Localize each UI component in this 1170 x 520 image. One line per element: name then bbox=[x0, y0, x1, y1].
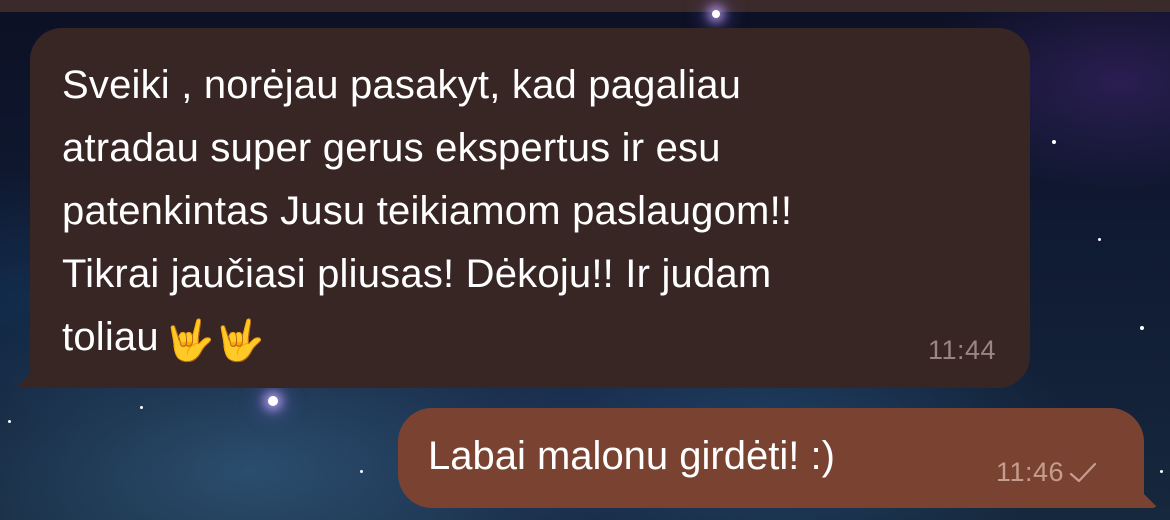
incoming-message-bubble[interactable]: Sveiki , norėjau pasakyt, kad pagaliau a… bbox=[16, 28, 1030, 388]
star-decoration bbox=[1160, 470, 1163, 473]
star-decoration bbox=[140, 406, 143, 409]
message-status: 11:46 bbox=[996, 457, 1098, 488]
star-decoration bbox=[360, 470, 363, 473]
bubble-tail bbox=[1134, 484, 1158, 508]
star-decoration bbox=[1098, 238, 1101, 241]
star-decoration bbox=[8, 420, 11, 423]
single-check-icon bbox=[1068, 460, 1098, 486]
star-decoration bbox=[1140, 326, 1144, 330]
message-body: Sveiki , norėjau pasakyt, kad pagaliau a… bbox=[62, 63, 793, 359]
outgoing-message-bubble[interactable]: Labai malonu girdėti! :) 11:46 bbox=[398, 408, 1158, 508]
star-decoration bbox=[268, 396, 278, 406]
star-decoration bbox=[712, 10, 720, 18]
star-decoration bbox=[1052, 140, 1056, 144]
rock-on-hand-emoji-icon: 🤟🤟 bbox=[164, 319, 265, 363]
message-timestamp: 11:44 bbox=[927, 335, 996, 365]
bubble-tail bbox=[16, 364, 40, 388]
top-bar-edge bbox=[0, 0, 1170, 12]
message-timestamp: 11:46 bbox=[995, 457, 1064, 487]
message-text: Sveiki , norėjau pasakyt, kad pagaliau a… bbox=[62, 54, 1002, 369]
